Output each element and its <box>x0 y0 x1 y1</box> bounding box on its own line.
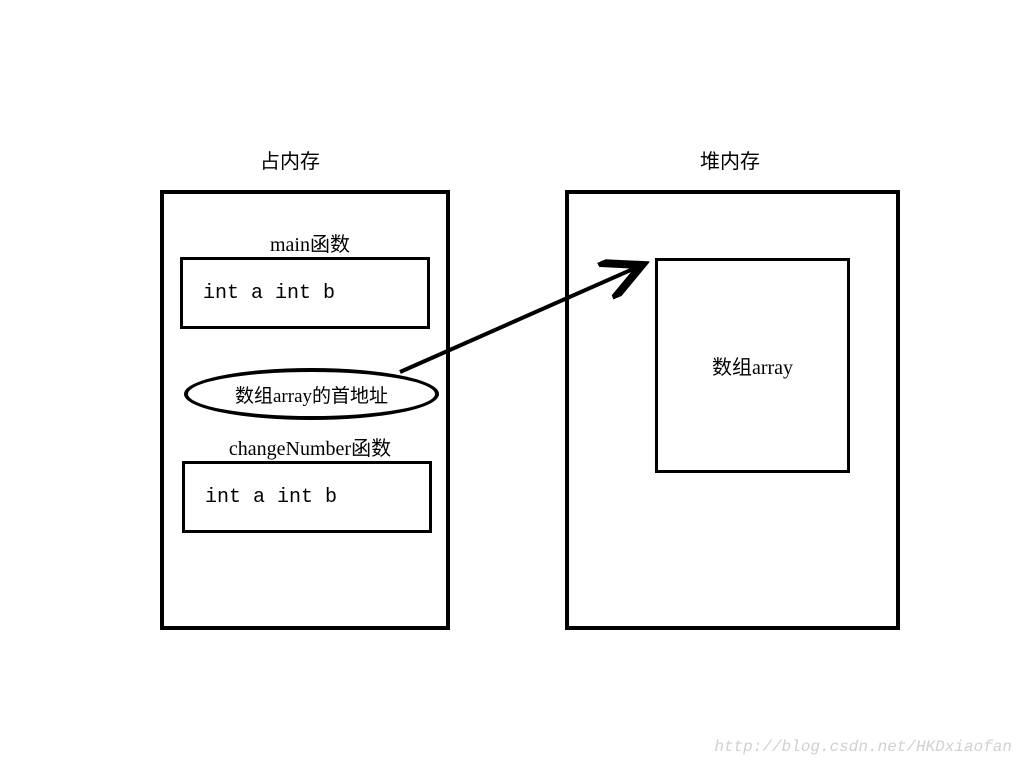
heap-memory-title: 堆内存 <box>680 145 780 174</box>
heap-array-label: 数组array <box>712 351 793 380</box>
main-vars-text: int a int b <box>203 282 335 305</box>
change-function-label: changeNumber函数 <box>205 432 415 461</box>
change-vars-text: int a int b <box>205 486 337 509</box>
array-pointer-text: 数组array的首地址 <box>235 381 388 408</box>
heap-array-box: 数组array <box>655 258 850 473</box>
watermark-text: http://blog.csdn.net/HKDxiaofan <box>714 738 1012 756</box>
main-function-label: main函数 <box>250 228 370 257</box>
array-pointer-ellipse: 数组array的首地址 <box>184 368 439 420</box>
change-vars-box: int a int b <box>182 461 432 533</box>
main-vars-box: int a int b <box>180 257 430 329</box>
stack-memory-title: 占内存 <box>240 145 340 174</box>
